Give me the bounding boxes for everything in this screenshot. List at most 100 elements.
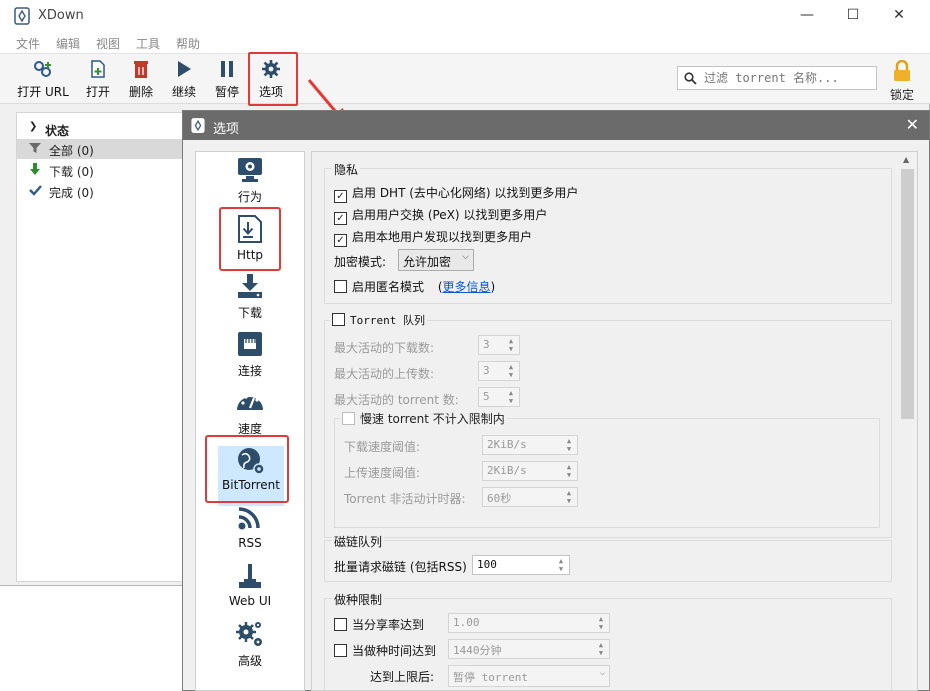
trash-icon xyxy=(134,61,148,78)
dht-checkbox[interactable]: ✓ xyxy=(334,190,347,203)
queue-checkbox[interactable] xyxy=(332,313,345,326)
dht-option[interactable]: ✓ 启用 DHT (去中心化网络) 以找到更多用户 xyxy=(334,184,578,203)
max-downloads-spinner[interactable]: 3 ▲ ▼ xyxy=(478,335,520,355)
ratio-checkbox[interactable] xyxy=(334,618,347,631)
spinner-arrows-icon[interactable]: ▲ ▼ xyxy=(563,437,575,453)
scroll-up-icon[interactable]: ▲ xyxy=(903,155,909,164)
lsd-label: 启用本地用户发现以找到更多用户 xyxy=(352,230,533,244)
open-url-button[interactable]: 打开 URL xyxy=(16,57,70,101)
delete-button[interactable]: 删除 xyxy=(124,57,158,101)
dialog-close-button[interactable]: ✕ xyxy=(906,115,919,134)
delete-label: 删除 xyxy=(128,85,153,99)
status-header[interactable]: ❯ 状态 xyxy=(17,119,185,139)
sidebar-item-completed[interactable]: 完成 (0) xyxy=(17,181,185,201)
ul-threshold-value: 2KiB/s xyxy=(487,464,527,477)
ratio-value: 1.00 xyxy=(453,616,480,629)
max-uploads-label: 最大活动的上传数: xyxy=(334,367,435,381)
encryption-label: 加密模式: xyxy=(334,255,387,269)
more-info-link[interactable]: 更多信息 xyxy=(443,280,491,294)
max-torrents-label: 最大活动的 torrent 数: xyxy=(334,393,459,407)
minimize-button[interactable]: — xyxy=(790,4,824,28)
sidebar-item-all[interactable]: 全部 (0) xyxy=(17,139,185,159)
category-label: 连接 xyxy=(237,364,262,378)
vertical-scrollbar[interactable]: ▲ xyxy=(899,153,916,690)
options-highlight-box xyxy=(248,52,298,106)
spinner-arrows-icon[interactable]: ▲ ▼ xyxy=(595,615,607,631)
spinner-arrows-icon[interactable]: ▲ ▼ xyxy=(555,557,567,573)
ethernet-icon xyxy=(238,332,262,356)
open-button[interactable]: 打开 xyxy=(82,57,114,101)
category-behavior[interactable]: 行为 xyxy=(196,156,304,214)
close-button[interactable]: ✕ xyxy=(882,4,916,28)
category-label: 下载 xyxy=(237,306,262,320)
inactivity-spinner[interactable]: 60秒 ▲ ▼ xyxy=(482,487,578,507)
menu-help[interactable]: 帮助 xyxy=(176,35,200,52)
category-downloads[interactable]: 下载 xyxy=(196,272,304,330)
category-connection[interactable]: 连接 xyxy=(196,330,304,388)
maximize-button[interactable]: ☐ xyxy=(836,4,870,28)
batch-spinner[interactable]: 100 ▲ ▼ xyxy=(472,555,570,575)
menu-view[interactable]: 视图 xyxy=(96,35,120,52)
magnet-title: 磁链队列 xyxy=(332,533,385,550)
dl-threshold-spinner[interactable]: 2KiB/s ▲ ▼ xyxy=(482,435,578,455)
lsd-checkbox[interactable]: ✓ xyxy=(334,234,347,247)
max-uploads-spinner[interactable]: 3 ▲ ▼ xyxy=(478,361,520,381)
lsd-option[interactable]: ✓ 启用本地用户发现以找到更多用户 xyxy=(334,228,532,247)
sidebar-item-downloading[interactable]: 下载 (0) xyxy=(17,160,185,180)
time-option[interactable]: 当做种时间达到 xyxy=(334,642,436,659)
time-checkbox[interactable] xyxy=(334,644,347,657)
spinner-arrows-icon[interactable]: ▲ ▼ xyxy=(505,337,517,353)
dialog-titlebar: 选项 ✕ xyxy=(183,111,929,140)
chevron-down-icon: ❯ xyxy=(29,121,38,132)
lock-button[interactable]: 锁定 xyxy=(882,59,922,104)
slow-torrent-title: 慢速 torrent 不计入限制内 xyxy=(360,412,505,426)
resume-button[interactable]: 继续 xyxy=(167,57,201,101)
ul-threshold-spinner[interactable]: 2KiB/s ▲ ▼ xyxy=(482,461,578,481)
time-spinner[interactable]: 1440分钟 ▲ ▼ xyxy=(448,639,610,659)
queue-title-option[interactable]: Torrent 队列 xyxy=(330,312,427,328)
seeding-title: 做种限制 xyxy=(332,591,385,608)
spinner-arrows-icon[interactable]: ▲ ▼ xyxy=(505,363,517,379)
joystick-icon xyxy=(239,564,261,588)
category-webui[interactable]: Web UI xyxy=(196,562,304,620)
scrollbar-thumb[interactable] xyxy=(901,169,914,419)
max-downloads-label: 最大活动的下载数: xyxy=(334,341,435,355)
category-advanced[interactable]: 高级 xyxy=(196,620,304,678)
spinner-arrows-icon[interactable]: ▲ ▼ xyxy=(563,463,575,479)
max-torrents-value: 5 xyxy=(483,390,490,403)
menu-edit[interactable]: 编辑 xyxy=(56,35,80,52)
more-info-paren-close: ) xyxy=(490,280,496,294)
menu-tools[interactable]: 工具 xyxy=(136,35,160,52)
chevron-down-icon: ⌵ xyxy=(462,252,469,262)
menu-file[interactable]: 文件 xyxy=(16,35,40,52)
sidebar-item-label: 全部 (0) xyxy=(49,144,94,158)
encryption-select[interactable]: 允许加密 ⌵ xyxy=(398,249,474,271)
action-select[interactable]: 暂停 torrent ⌵ xyxy=(448,665,610,687)
action-label: 达到上限后: xyxy=(370,670,435,684)
anonymous-checkbox[interactable] xyxy=(334,280,347,293)
inactivity-value: 60秒 xyxy=(487,492,512,505)
monitor-gear-icon xyxy=(238,158,262,182)
slow-torrent-checkbox[interactable] xyxy=(342,412,355,425)
ratio-spinner[interactable]: 1.00 ▲ ▼ xyxy=(448,613,610,633)
spinner-arrows-icon[interactable]: ▲ ▼ xyxy=(563,489,575,505)
search-input[interactable] xyxy=(702,69,872,87)
app-logo-icon xyxy=(14,7,30,25)
spinner-arrows-icon[interactable]: ▲ ▼ xyxy=(505,389,517,405)
pex-option[interactable]: ✓ 启用用户交换 (PeX) 以找到更多用户 xyxy=(334,206,547,225)
spinner-arrows-icon[interactable]: ▲ ▼ xyxy=(595,641,607,657)
options-dialog: 选项 ✕ 行为 Http 下载 连接 速度 BitTorrent RSS Web… xyxy=(182,110,930,691)
search-box[interactable] xyxy=(677,66,877,90)
ratio-option[interactable]: 当分享率达到 xyxy=(334,616,424,633)
max-uploads-value: 3 xyxy=(483,364,490,377)
max-torrents-spinner[interactable]: 5 ▲ ▼ xyxy=(478,387,520,407)
slow-torrent-option[interactable]: 慢速 torrent 不计入限制内 xyxy=(340,410,507,427)
download-tray-icon xyxy=(238,274,262,298)
pause-button[interactable]: 暂停 xyxy=(210,57,244,101)
category-rss[interactable]: RSS xyxy=(196,504,304,562)
anonymous-option[interactable]: 启用匿名模式 (更多信息) xyxy=(334,278,495,295)
pex-checkbox[interactable]: ✓ xyxy=(334,212,347,225)
download-arrow-icon xyxy=(30,163,40,175)
chevron-down-icon: ⌵ xyxy=(599,668,605,678)
http-highlight-box xyxy=(219,207,281,271)
